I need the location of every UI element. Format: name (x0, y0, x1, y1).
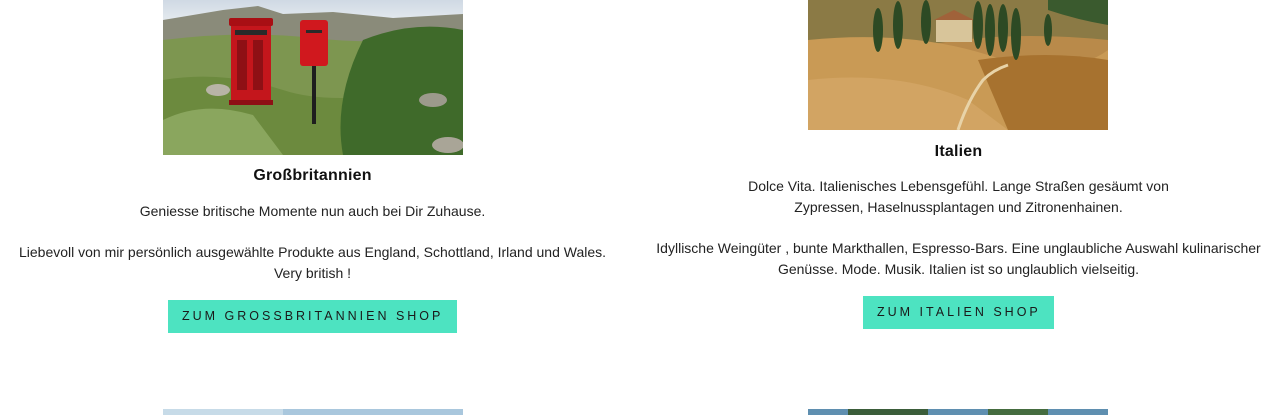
card-paragraph-2: Liebevoll von mir persönlich ausgewählte… (18, 244, 607, 281)
card-title: Großbritannien (253, 167, 372, 184)
card-paragraph-1: Geniesse britische Momente nun auch bei … (139, 203, 486, 219)
grossbritannien-image[interactable] (163, 0, 463, 155)
next-card-image-left[interactable] (163, 409, 463, 415)
next-card-image-right[interactable] (808, 409, 1108, 415)
italien-shop-button[interactable]: ZUM ITALIEN SHOP (863, 296, 1054, 329)
grossbritannien-shop-button[interactable]: ZUM GROSSBRITANNIEN SHOP (168, 300, 457, 333)
card-italien: Italien Dolce Vita. Italienisches Lebens… (640, 0, 1277, 415)
italien-image[interactable] (808, 0, 1108, 130)
card-title: Italien (934, 143, 983, 160)
card-grossbritannien: Großbritannien Geniesse britische Moment… (0, 0, 625, 415)
card-paragraph-1: Dolce Vita. Italienisches Lebensgefühl. … (748, 178, 1169, 215)
card-paragraph-2: Idyllische Weingüter , bunte Markthallen… (656, 240, 1261, 277)
